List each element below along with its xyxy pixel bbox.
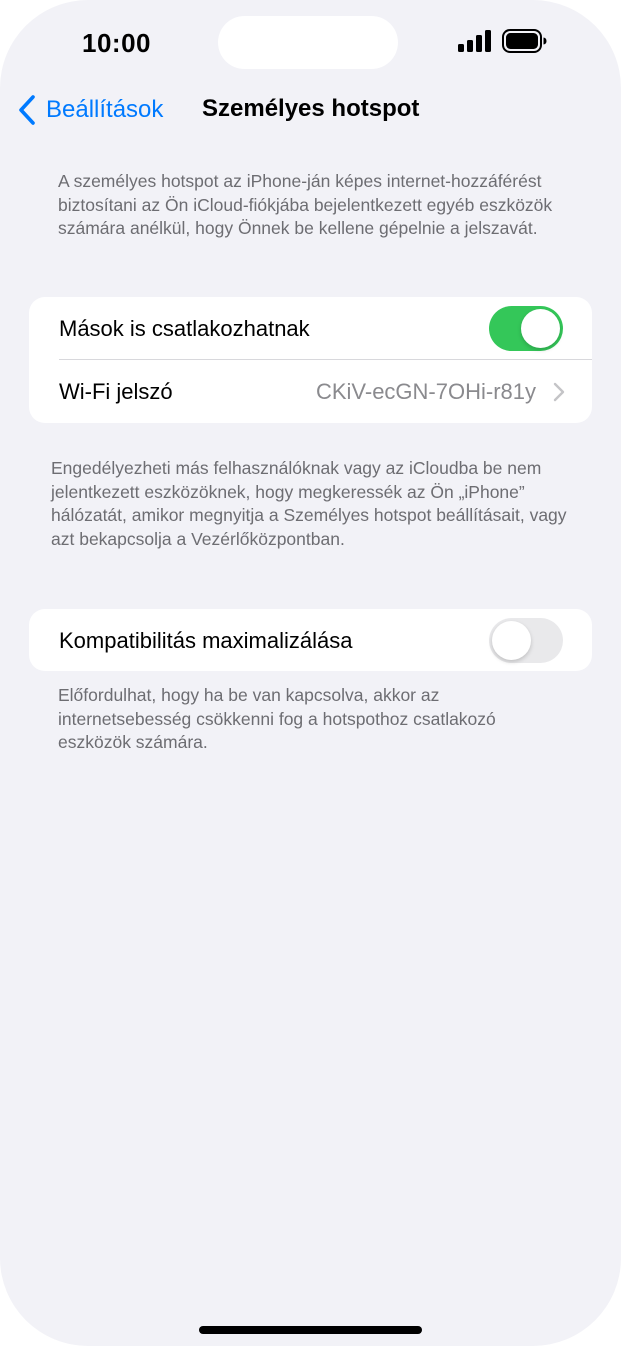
home-indicator[interactable] [199, 1326, 422, 1334]
intro-description: A személyes hotspot az iPhone-ján képes … [58, 171, 553, 238]
maximize-compatibility-label: Kompatibilitás maximalizálása [59, 627, 353, 653]
maximize-compatibility-row: Kompatibilitás maximalizálása [29, 609, 592, 671]
compatibility-footer-description: Előfordulhat, hogy ha be van kapcsolva, … [58, 685, 496, 752]
maximize-compatibility-toggle[interactable] [489, 618, 563, 663]
wifi-password-row[interactable]: Wi-Fi jelszó CKiV-ecGN-7OHi-r81y [29, 360, 592, 423]
status-time: 10:00 [82, 28, 151, 58]
back-button[interactable]: Beállítások [16, 92, 163, 128]
battery-full-icon [502, 29, 547, 53]
phone-screen: 10:00 Beállítások Személyes hotspot A sz… [0, 0, 621, 1346]
wifi-password-label: Wi-Fi jelszó [59, 378, 173, 404]
settings-group-compatibility: Kompatibilitás maximalizálása [29, 609, 592, 671]
toggle-knob [492, 621, 531, 660]
allow-others-row: Mások is csatlakozhatnak [29, 297, 592, 360]
page-title: Személyes hotspot [202, 95, 420, 122]
allow-others-label: Mások is csatlakozhatnak [59, 315, 310, 341]
wifi-password-value: CKiV-ecGN-7OHi-r81y [315, 378, 536, 404]
settings-group-sharing: Mások is csatlakozhatnak Wi-Fi jelszó CK… [29, 297, 592, 423]
allow-others-toggle[interactable] [489, 306, 563, 351]
back-button-label: Beállítások [46, 96, 164, 123]
dynamic-island [218, 16, 398, 69]
cellular-signal-icon [458, 30, 491, 52]
toggle-knob [521, 309, 560, 348]
chevron-right-icon [553, 382, 565, 401]
chevron-left-icon [19, 95, 35, 125]
sharing-footer-description: Engedélyezheti más felhasználóknak vagy … [51, 458, 567, 549]
